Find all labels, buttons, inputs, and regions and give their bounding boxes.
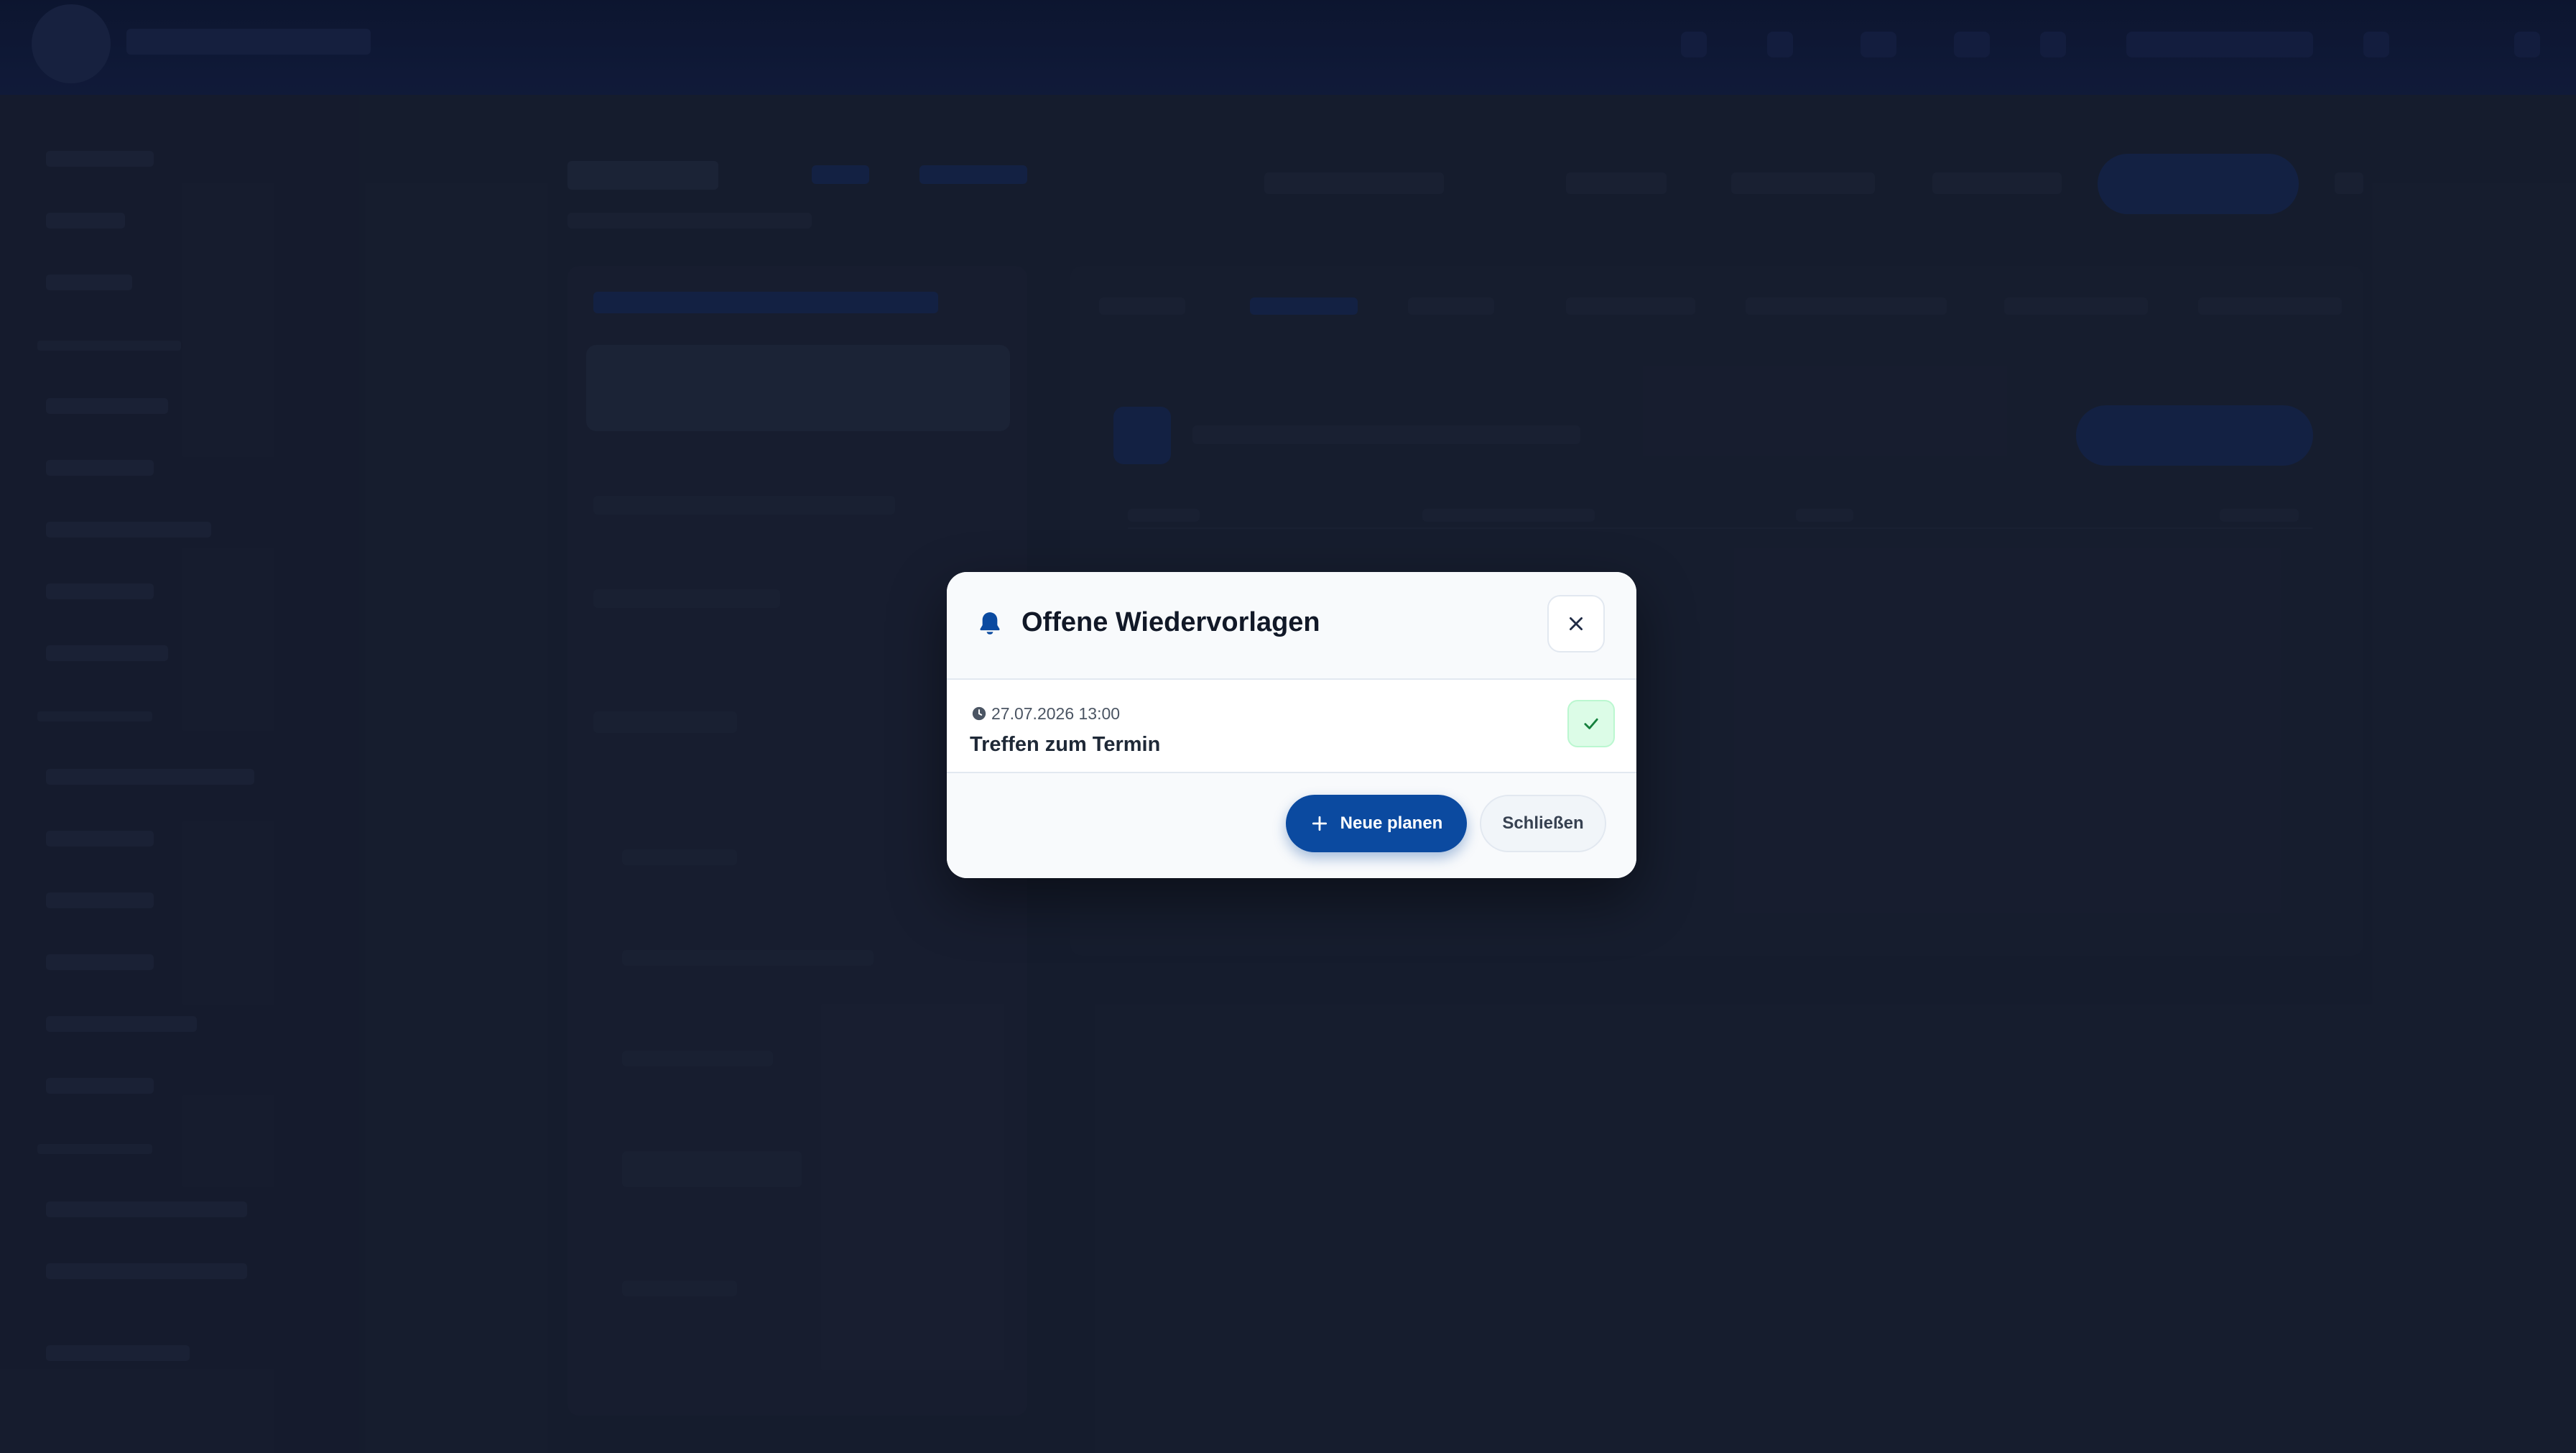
dialog-header: Offene Wiedervorlagen — [947, 572, 1636, 680]
dialog-footer: Neue planen Schließen — [947, 773, 1636, 878]
follow-up-item: 27.07.2026 13:00 Treffen zum Termin — [947, 680, 1636, 773]
mark-done-button[interactable] — [1567, 700, 1615, 747]
dialog-title: Offene Wiedervorlagen — [1021, 607, 1320, 637]
close-dialog-button[interactable] — [1547, 595, 1605, 652]
close-icon — [1570, 617, 1583, 630]
follow-ups-dialog: Offene Wiedervorlagen 27.07.2026 13:00 T… — [947, 572, 1636, 878]
clock-icon — [972, 706, 986, 721]
follow-up-title: Treffen zum Termin — [970, 733, 1161, 756]
check-icon — [1584, 718, 1598, 729]
close-button[interactable]: Schließen — [1480, 795, 1606, 852]
plus-icon — [1312, 816, 1327, 831]
plan-new-button[interactable]: Neue planen — [1286, 795, 1467, 852]
plan-new-label: Neue planen — [1340, 813, 1443, 833]
follow-up-datetime: 27.07.2026 13:00 — [991, 704, 1121, 723]
bell-icon — [980, 612, 1000, 635]
close-button-label: Schließen — [1502, 813, 1584, 833]
